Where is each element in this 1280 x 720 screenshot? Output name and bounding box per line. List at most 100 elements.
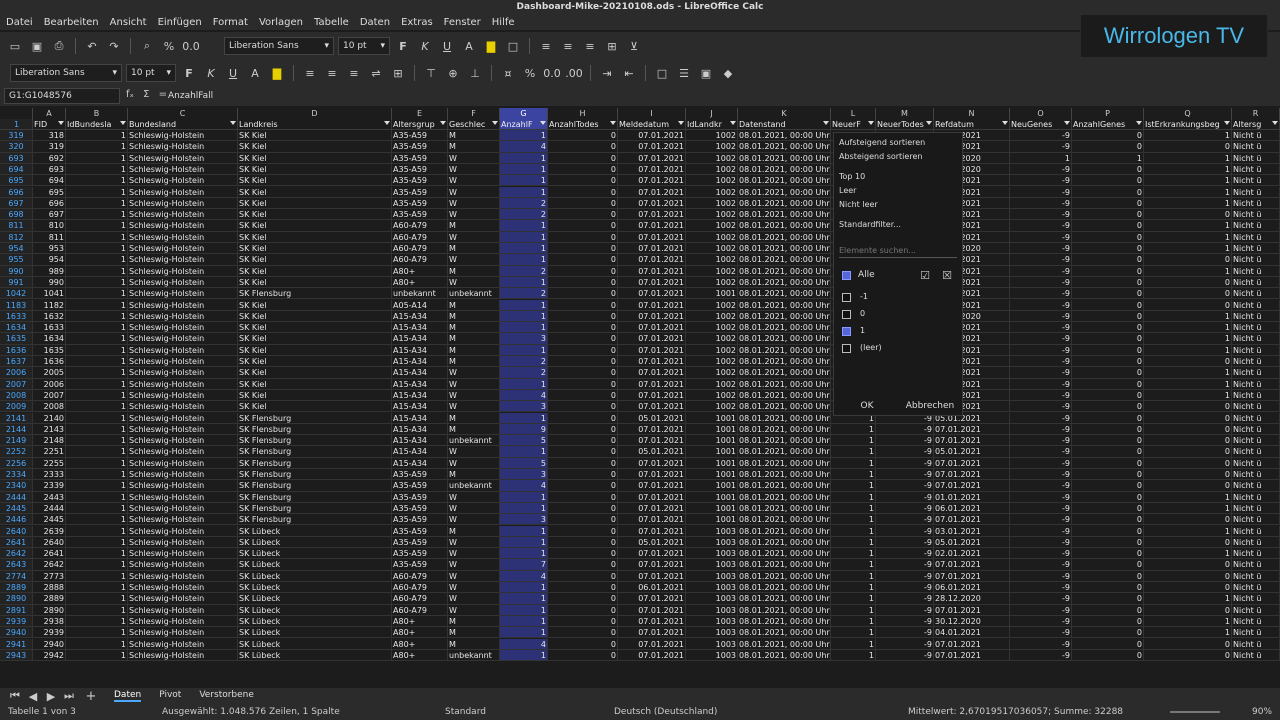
- cell[interactable]: 08.01.2021, 00:00 Uhr: [738, 141, 831, 153]
- cell[interactable]: W: [448, 209, 500, 221]
- cell[interactable]: 1: [500, 254, 548, 266]
- cell[interactable]: 3: [500, 333, 548, 345]
- cell[interactable]: Schleswig-Holstein: [128, 548, 238, 560]
- cell[interactable]: 0: [1072, 231, 1144, 243]
- cell[interactable]: 08.01.2021, 00:00 Uhr: [738, 310, 831, 323]
- cell[interactable]: Schleswig-Holstein: [128, 423, 238, 436]
- cell[interactable]: W: [448, 367, 500, 379]
- filter-value-checkbox[interactable]: [842, 344, 851, 353]
- cell[interactable]: 1: [831, 525, 876, 537]
- cell[interactable]: -9: [876, 649, 934, 662]
- cell[interactable]: SK Lübeck: [238, 604, 392, 616]
- cell[interactable]: 2140: [33, 412, 66, 424]
- cell[interactable]: 1003: [686, 593, 738, 605]
- cell[interactable]: W: [448, 389, 500, 402]
- merge-icon[interactable]: ⊞: [603, 37, 621, 55]
- indent-icon[interactable]: ⇥: [598, 64, 616, 82]
- cell[interactable]: 1: [66, 582, 128, 594]
- cell[interactable]: 0: [548, 412, 618, 424]
- cell[interactable]: -9: [1010, 446, 1072, 458]
- cell[interactable]: 1: [66, 243, 128, 255]
- cell[interactable]: Nicht ü: [1232, 615, 1280, 628]
- cell[interactable]: 1: [66, 469, 128, 481]
- cell[interactable]: 1: [66, 548, 128, 560]
- cell[interactable]: 4: [500, 141, 548, 153]
- cell[interactable]: 0: [548, 649, 618, 662]
- cell[interactable]: SK Flensburg: [238, 480, 392, 492]
- align-left-icon[interactable]: ≡: [537, 37, 555, 55]
- cell[interactable]: 07.01.2021: [618, 480, 686, 492]
- cell[interactable]: Nicht ü: [1232, 525, 1280, 537]
- cell[interactable]: 0: [1072, 367, 1144, 379]
- column-header[interactable]: O: [1010, 108, 1072, 119]
- cell[interactable]: Schleswig-Holstein: [128, 197, 238, 210]
- cell[interactable]: 1: [1144, 243, 1232, 255]
- cell[interactable]: 5: [500, 457, 548, 469]
- cell[interactable]: Schleswig-Holstein: [128, 615, 238, 628]
- cell[interactable]: 1: [66, 604, 128, 616]
- cell[interactable]: 0: [1072, 130, 1144, 142]
- cell[interactable]: Schleswig-Holstein: [128, 435, 238, 447]
- column-header[interactable]: P: [1072, 108, 1144, 119]
- align-right-icon[interactable]: ≡: [581, 37, 599, 55]
- cell[interactable]: W: [448, 152, 500, 164]
- cell[interactable]: Schleswig-Holstein: [128, 446, 238, 458]
- cell[interactable]: -9: [876, 457, 934, 469]
- cell[interactable]: SK Lübeck: [238, 593, 392, 605]
- cell[interactable]: 1003: [686, 627, 738, 639]
- cell[interactable]: 2148: [33, 435, 66, 447]
- cell[interactable]: -9: [1010, 141, 1072, 153]
- cell[interactable]: 1: [66, 141, 128, 153]
- cell[interactable]: Nicht ü: [1232, 593, 1280, 605]
- cell[interactable]: A15-A34: [392, 344, 448, 356]
- cell[interactable]: A60-A79: [392, 570, 448, 582]
- spreadsheet-grid[interactable]: ABCDEFGHIJKLMNOPQR 1 FID IdBundesla Bundesl…: [0, 108, 1280, 674]
- cell[interactable]: -9: [876, 525, 934, 537]
- cell[interactable]: 1: [500, 378, 548, 390]
- cell[interactable]: A35-A59: [392, 502, 448, 515]
- cell[interactable]: 0: [1072, 389, 1144, 402]
- cell[interactable]: Nicht ü: [1232, 299, 1280, 311]
- cell[interactable]: -9: [1010, 525, 1072, 537]
- cell[interactable]: 0: [1144, 356, 1232, 368]
- highlight-icon-2[interactable]: ▇: [268, 64, 286, 82]
- cell[interactable]: 08.01.2021, 00:00 Uhr: [738, 469, 831, 481]
- cell[interactable]: Nicht ü: [1232, 310, 1280, 323]
- cell[interactable]: 1001: [686, 457, 738, 469]
- cell[interactable]: 1633: [33, 322, 66, 334]
- cell[interactable]: -9: [1010, 548, 1072, 560]
- formula-input[interactable]: AnzahlFall: [168, 91, 213, 101]
- standard-filter-item[interactable]: Standardfilter...: [839, 220, 901, 229]
- cell[interactable]: 9: [500, 423, 548, 436]
- all-checkbox[interactable]: [842, 271, 851, 280]
- cell[interactable]: -9: [1010, 412, 1072, 424]
- cell[interactable]: 1002: [686, 254, 738, 266]
- cell[interactable]: 0: [1144, 480, 1232, 492]
- cell[interactable]: 1002: [686, 367, 738, 379]
- cell[interactable]: 1: [66, 536, 128, 549]
- cell[interactable]: 1: [1010, 152, 1072, 164]
- cell[interactable]: Nicht ü: [1232, 254, 1280, 266]
- cell[interactable]: 1003: [686, 548, 738, 560]
- cell[interactable]: 2333: [33, 469, 66, 481]
- cell[interactable]: -9: [1010, 401, 1072, 413]
- cell[interactable]: 0: [548, 130, 618, 142]
- cell[interactable]: -9: [1010, 559, 1072, 571]
- cell[interactable]: 0: [1144, 582, 1232, 594]
- cell[interactable]: SK Kiel: [238, 322, 392, 334]
- cell[interactable]: 0: [1072, 276, 1144, 289]
- wrap-icon[interactable]: ⇌: [367, 64, 385, 82]
- cell[interactable]: SK Lübeck: [238, 638, 392, 650]
- cell[interactable]: 2889: [33, 593, 66, 605]
- cell[interactable]: 695: [33, 186, 66, 198]
- cell[interactable]: 811: [33, 231, 66, 243]
- cell[interactable]: 1: [66, 356, 128, 368]
- cell[interactable]: 0: [548, 356, 618, 368]
- cell[interactable]: SK Kiel: [238, 175, 392, 187]
- cell[interactable]: Nicht ü: [1232, 288, 1280, 300]
- function-wizard-icon[interactable]: fₓ: [126, 89, 134, 100]
- cell[interactable]: Nicht ü: [1232, 231, 1280, 243]
- cell[interactable]: A35-A59: [392, 559, 448, 571]
- cell[interactable]: Nicht ü: [1232, 186, 1280, 198]
- cell[interactable]: 07.01.2021: [934, 480, 1010, 492]
